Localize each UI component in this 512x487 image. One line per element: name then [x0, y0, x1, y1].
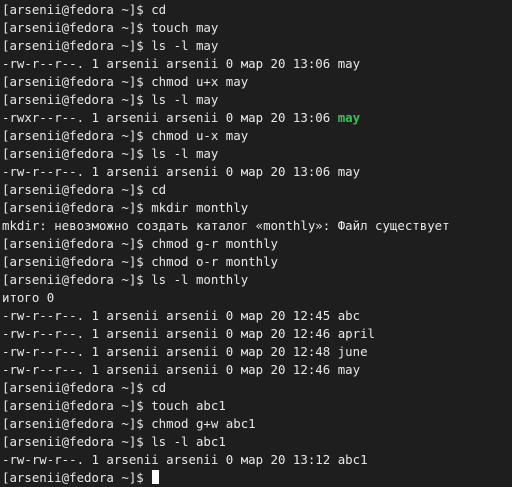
- output-line: -rw-r--r--. 1 arsenii arsenii 0 мар 20 1…: [2, 56, 361, 71]
- output-line: [arsenii@fedora ~]$ ls -l may: [2, 146, 219, 161]
- output-line: [arsenii@fedora ~]$ ls -l abc1: [2, 434, 226, 449]
- output-line: итого 0: [2, 290, 55, 305]
- output-line: -rw-r--r--. 1 arsenii arsenii 0 мар 20 1…: [2, 344, 368, 359]
- output-line: -rw-r--r--. 1 arsenii arsenii 0 мар 20 1…: [2, 164, 361, 179]
- output-line: [arsenii@fedora ~]$ cd: [2, 182, 167, 197]
- output-line: -rw-r--r--. 1 arsenii arsenii 0 мар 20 1…: [2, 308, 361, 323]
- output-line: [arsenii@fedora ~]$ chmod g-r monthly: [2, 236, 279, 251]
- error-line: mkdir: невозможно создать каталог «month…: [2, 218, 450, 233]
- terminal-window[interactable]: [arsenii@fedora ~]$ cd [arsenii@fedora ~…: [0, 0, 512, 486]
- output-line: [arsenii@fedora ~]$ ls -l monthly: [2, 272, 249, 287]
- output-line: [arsenii@fedora ~]$ chmod g+w abc1: [2, 416, 256, 431]
- output-line-executable: -rwxr--r--. 1 arsenii arsenii 0 мар 20 1…: [2, 109, 512, 127]
- current-prompt-line[interactable]: [arsenii@fedora ~]$: [2, 469, 512, 487]
- output-line: [arsenii@fedora ~]$ cd: [2, 380, 167, 395]
- output-line: [arsenii@fedora ~]$ ls -l may: [2, 92, 219, 107]
- file-listing-text: -rwxr--r--. 1 arsenii arsenii 0 мар 20 1…: [2, 110, 338, 125]
- text-cursor: [152, 470, 160, 484]
- output-line: -rw-r--r--. 1 arsenii arsenii 0 мар 20 1…: [2, 326, 375, 341]
- output-line: [arsenii@fedora ~]$ cd: [2, 2, 167, 17]
- shell-prompt: [arsenii@fedora ~]$: [2, 470, 152, 485]
- output-line: -rw-rw-r--. 1 arsenii arsenii 0 мар 20 1…: [2, 452, 368, 467]
- output-line: [arsenii@fedora ~]$ chmod u+x may: [2, 74, 249, 89]
- output-line: [arsenii@fedora ~]$ touch may: [2, 20, 219, 35]
- output-line: [arsenii@fedora ~]$ ls -l may: [2, 38, 219, 53]
- output-line: -rw-r--r--. 1 arsenii arsenii 0 мар 20 1…: [2, 362, 361, 377]
- output-line: [arsenii@fedora ~]$ chmod u-x may: [2, 128, 249, 143]
- output-line: [arsenii@fedora ~]$ touch abc1: [2, 398, 226, 413]
- output-line: [arsenii@fedora ~]$ mkdir monthly: [2, 200, 249, 215]
- executable-filename: may: [337, 110, 361, 125]
- output-line: [arsenii@fedora ~]$ chmod o-r monthly: [2, 254, 279, 269]
